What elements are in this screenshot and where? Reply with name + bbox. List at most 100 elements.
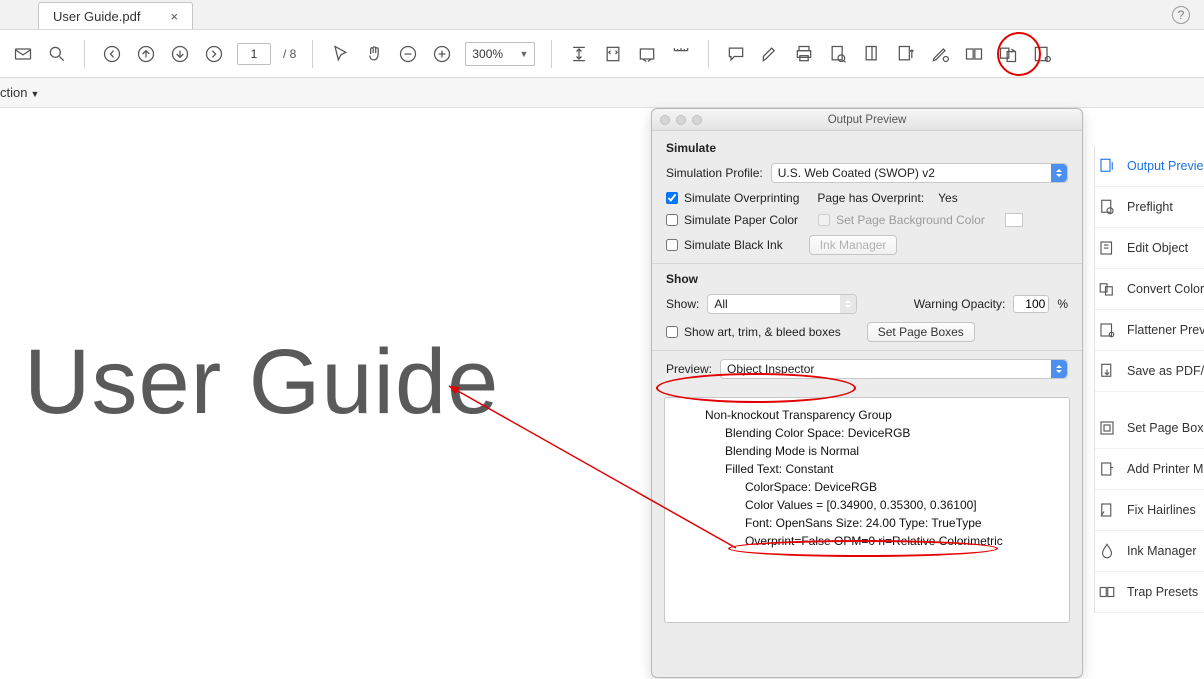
right-item-label: Trap Presets [1127, 585, 1198, 599]
sim-profile-select[interactable]: U.S. Web Coated (SWOP) v2 [771, 163, 1068, 183]
highlight-icon[interactable] [759, 43, 781, 65]
right-item-output-preview[interactable]: Output Previe [1095, 146, 1204, 187]
page-overprint-value: Yes [938, 191, 958, 205]
page-number-input[interactable] [237, 43, 271, 65]
right-item-trap-presets[interactable]: Trap Presets [1095, 572, 1204, 613]
right-tools-pane: Output Previe Preflight Edit Object Conv… [1094, 146, 1204, 613]
sim-profile-value: U.S. Web Coated (SWOP) v2 [778, 166, 935, 180]
right-item-label: Save as PDF/ [1127, 364, 1204, 378]
object-inspector-output: Non-knockout Transparency Group Blending… [664, 397, 1070, 623]
page-box-icon [1097, 418, 1117, 438]
tab-file-name: User Guide.pdf [53, 9, 140, 24]
convert-colors-icon [1097, 279, 1117, 299]
first-page-icon[interactable] [101, 43, 123, 65]
last-page-icon[interactable] [203, 43, 225, 65]
inspector-line: Color Values = [0.34900, 0.35300, 0.3610… [745, 496, 1059, 514]
sim-paper-checkbox[interactable] [666, 214, 678, 226]
email-icon[interactable] [12, 43, 34, 65]
panel-titlebar[interactable]: Output Preview [652, 109, 1082, 131]
printer-marks-icon [1097, 459, 1117, 479]
right-item-label: Preflight [1127, 200, 1173, 214]
save-pdf-icon [1097, 361, 1117, 381]
right-item-add-printer[interactable]: Add Printer M [1095, 449, 1204, 490]
help-icon[interactable]: ? [1172, 6, 1190, 24]
inspector-line: Font: OpenSans Size: 24.00 Type: TrueTyp… [745, 514, 1059, 532]
compare-icon[interactable] [963, 43, 985, 65]
warning-opacity-input[interactable] [1013, 295, 1049, 313]
edit-object-icon [1097, 238, 1117, 258]
preview-select[interactable]: Object Inspector [720, 359, 1068, 379]
tab-close-icon[interactable]: × [170, 9, 178, 24]
top-toolbar: / 8 300% ▼ [0, 30, 1204, 78]
show-section-label: Show [666, 272, 1068, 286]
fit-page-icon[interactable] [602, 43, 624, 65]
flattener-icon [1097, 320, 1117, 340]
zoom-value: 300% [472, 47, 503, 61]
preflight-tool-icon[interactable] [827, 43, 849, 65]
page-total-label: / 8 [283, 47, 296, 61]
inspector-line: ColorSpace: DeviceRGB [745, 478, 1059, 496]
pointer-tool-icon[interactable] [329, 43, 351, 65]
right-item-flattener[interactable]: Flattener Prev [1095, 310, 1204, 351]
set-bg-checkbox [818, 214, 830, 226]
right-item-ink-manager[interactable]: Ink Manager [1095, 531, 1204, 572]
preview-value: Object Inspector [727, 362, 814, 376]
zoom-out-icon[interactable] [397, 43, 419, 65]
right-item-label: Fix Hairlines [1127, 503, 1196, 517]
fit-vertical-icon[interactable] [568, 43, 590, 65]
edit-tool-icon[interactable] [929, 43, 951, 65]
sim-paper-label: Simulate Paper Color [684, 213, 798, 227]
hand-tool-icon[interactable] [363, 43, 385, 65]
search-icon[interactable] [46, 43, 68, 65]
ink-manager-button[interactable]: Ink Manager [809, 235, 898, 255]
document-tab[interactable]: User Guide.pdf × [38, 2, 193, 29]
document-view: User Guide Output Preview Simulate Simul… [0, 108, 1204, 679]
set-bg-label: Set Page Background Color [836, 213, 985, 227]
output-preview-tool-icon[interactable] [895, 43, 917, 65]
select-stepper-icon [1051, 164, 1067, 182]
comment-icon[interactable] [725, 43, 747, 65]
right-item-label: Set Page Box [1127, 421, 1203, 435]
action-menu[interactable]: ction▼ [0, 85, 39, 100]
select-stepper-icon [1051, 360, 1067, 378]
inspector-line: Blending Mode is Normal [725, 442, 1059, 460]
show-boxes-checkbox[interactable] [666, 326, 678, 338]
measure-icon[interactable] [670, 43, 692, 65]
next-page-icon[interactable] [169, 43, 191, 65]
page-overprint-label: Page has Overprint: [817, 191, 924, 205]
flatten-icon[interactable] [1031, 43, 1053, 65]
inspector-line: Filled Text: Constant [725, 460, 1059, 478]
preview-label: Preview: [666, 362, 712, 376]
convert-icon[interactable] [997, 43, 1019, 65]
right-item-convert-colors[interactable]: Convert Color [1095, 269, 1204, 310]
print-icon[interactable] [793, 43, 815, 65]
output-preview-icon [1097, 156, 1117, 176]
sim-overprint-label: Simulate Overprinting [684, 191, 799, 205]
show-select[interactable]: All [707, 294, 857, 314]
simulate-section-label: Simulate [666, 141, 1068, 155]
sim-black-checkbox[interactable] [666, 239, 678, 251]
zoom-in-icon[interactable] [431, 43, 453, 65]
right-item-edit-object[interactable]: Edit Object [1095, 228, 1204, 269]
sim-overprint-checkbox[interactable] [666, 192, 678, 204]
document-title-text: User Guide [24, 330, 499, 435]
right-item-save-as[interactable]: Save as PDF/ [1095, 351, 1204, 392]
right-item-label: Convert Color [1127, 282, 1204, 296]
right-item-set-page-box[interactable]: Set Page Box [1095, 408, 1204, 449]
prev-page-icon[interactable] [135, 43, 157, 65]
warning-opacity-label: Warning Opacity: [914, 297, 1006, 311]
trap-icon [1097, 582, 1117, 602]
tab-strip: User Guide.pdf × ? [0, 0, 1204, 30]
panel-title: Output Preview [652, 114, 1082, 126]
page-quality-icon[interactable] [861, 43, 883, 65]
right-item-fix-hairlines[interactable]: Fix Hairlines [1095, 490, 1204, 531]
zoom-select[interactable]: 300% ▼ [465, 42, 535, 66]
right-item-preflight[interactable]: Preflight [1095, 187, 1204, 228]
output-preview-panel: Output Preview Simulate Simulation Profi… [651, 108, 1083, 678]
right-item-label: Output Previe [1127, 159, 1203, 173]
chevron-down-icon: ▼ [519, 49, 528, 59]
right-item-label: Add Printer M [1127, 462, 1203, 476]
set-page-boxes-button[interactable]: Set Page Boxes [867, 322, 975, 342]
fit-width-icon[interactable] [636, 43, 658, 65]
show-value: All [714, 297, 727, 311]
